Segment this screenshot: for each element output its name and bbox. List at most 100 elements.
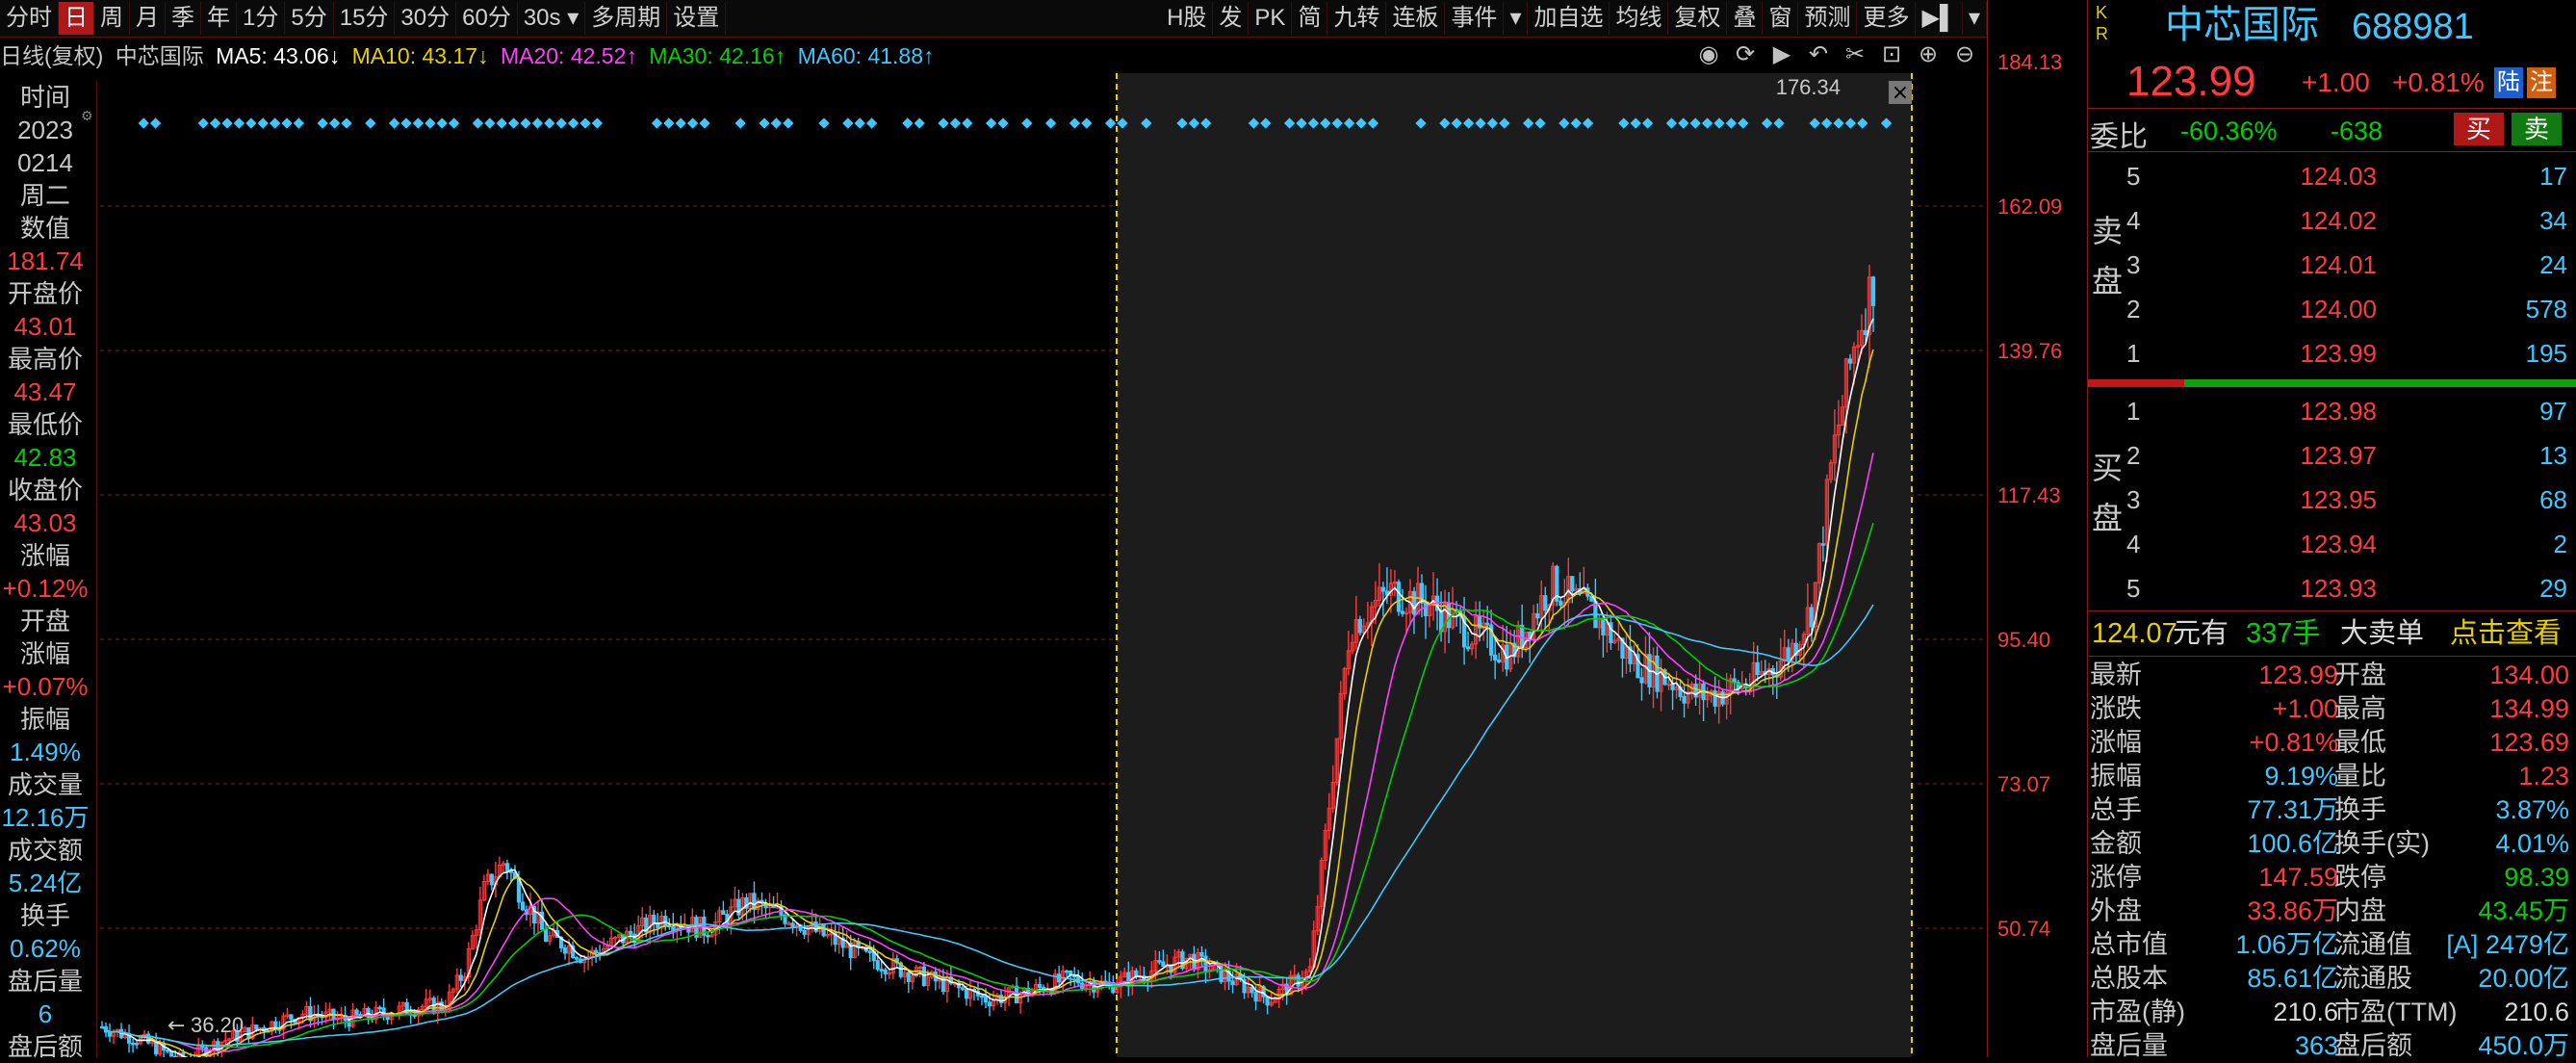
event-marker[interactable] — [149, 117, 162, 129]
tool-button-4[interactable]: 九转 — [1327, 2, 1387, 35]
event-marker[interactable] — [257, 117, 269, 129]
sell-button[interactable]: 卖 — [2512, 113, 2562, 145]
tool-button-1[interactable]: 发 — [1213, 2, 1249, 35]
undo-icon[interactable]: ↶ — [1804, 40, 1833, 69]
event-marker[interactable] — [555, 117, 567, 129]
period-tab-4[interactable]: 季 — [166, 2, 201, 35]
event-marker[interactable] — [365, 117, 376, 129]
event-marker[interactable] — [770, 117, 783, 129]
bid-row[interactable]: 2 123.97 13 — [2088, 433, 2576, 478]
event-marker[interactable] — [484, 117, 496, 129]
event-marker[interactable] — [663, 117, 675, 129]
event-marker[interactable] — [759, 117, 770, 129]
event-marker[interactable] — [818, 117, 830, 129]
range-close-icon[interactable]: × — [1889, 81, 1912, 105]
event-marker[interactable] — [448, 117, 460, 129]
period-tab-7[interactable]: 5分 — [285, 2, 334, 35]
event-marker[interactable] — [531, 117, 544, 129]
event-marker[interactable] — [328, 117, 341, 129]
event-marker[interactable] — [938, 117, 949, 129]
period-tab-10[interactable]: 60分 — [456, 2, 518, 35]
tool-button-14[interactable]: 更多 — [1857, 2, 1917, 35]
event-marker[interactable] — [197, 117, 209, 129]
period-tab-3[interactable]: 月 — [130, 2, 166, 35]
settings-gear-icon[interactable]: ⚙ — [81, 108, 96, 123]
tool-button-3[interactable]: 简 — [1292, 2, 1328, 35]
event-marker[interactable] — [567, 117, 580, 129]
period-tab-0[interactable]: 分时 — [0, 2, 59, 35]
tool-button-9[interactable]: 均线 — [1610, 2, 1669, 35]
big-order-link[interactable]: 点击查看 — [2450, 611, 2562, 656]
event-marker[interactable] — [1069, 117, 1081, 129]
tool-button-8[interactable]: 加自选 — [1528, 2, 1610, 35]
bid-row[interactable]: 1 123.98 97 — [2088, 389, 2576, 433]
tool-button-13[interactable]: 预测 — [1798, 2, 1858, 35]
buy-button[interactable]: 买 — [2454, 113, 2504, 145]
eye-icon[interactable]: ◉ — [1694, 40, 1723, 69]
event-marker[interactable] — [949, 117, 962, 129]
tool-button-16[interactable]: ▾ — [1963, 2, 1987, 35]
period-tab-12[interactable]: 多周期 — [585, 2, 668, 35]
period-tab-1[interactable]: 日 — [59, 2, 94, 35]
replay-icon[interactable]: ⟳ — [1731, 40, 1760, 69]
tool-button-5[interactable]: 连板 — [1386, 2, 1446, 35]
zoom-out-icon[interactable]: ⊖ — [1950, 40, 1979, 69]
bid-row[interactable]: 4 123.94 2 — [2088, 522, 2576, 566]
event-marker[interactable] — [496, 117, 507, 129]
period-tab-2[interactable]: 周 — [94, 2, 130, 35]
ask-row[interactable]: 2 124.00 578 — [2088, 287, 2576, 331]
tool-button-6[interactable]: 事件 — [1445, 2, 1505, 35]
event-marker[interactable] — [1044, 117, 1057, 129]
event-marker[interactable] — [520, 117, 531, 129]
zoom-in-icon[interactable]: ⊕ — [1914, 40, 1943, 69]
event-marker[interactable] — [400, 117, 412, 129]
bid-row[interactable]: 5 123.93 29 — [2088, 566, 2576, 610]
selection-range[interactable] — [1117, 73, 1912, 1057]
event-marker[interactable] — [233, 117, 245, 129]
period-tab-11[interactable]: 30s ▾ — [518, 2, 586, 35]
event-marker[interactable] — [1021, 117, 1033, 129]
event-marker[interactable] — [245, 117, 257, 129]
event-marker[interactable] — [341, 117, 352, 129]
tool-button-2[interactable]: PK — [1249, 2, 1293, 35]
event-marker[interactable] — [865, 117, 878, 129]
period-tab-13[interactable]: 设置 — [667, 2, 727, 35]
event-marker[interactable] — [783, 117, 794, 129]
event-marker[interactable] — [412, 117, 425, 129]
event-marker[interactable] — [425, 117, 436, 129]
event-marker[interactable] — [507, 117, 520, 129]
event-marker[interactable] — [985, 117, 997, 129]
event-marker[interactable] — [686, 117, 699, 129]
event-marker[interactable] — [388, 117, 400, 129]
event-marker[interactable] — [902, 117, 914, 129]
event-marker[interactable] — [138, 117, 149, 129]
event-marker[interactable] — [699, 117, 710, 129]
event-marker[interactable] — [281, 117, 293, 129]
event-marker[interactable] — [651, 117, 663, 129]
period-tab-8[interactable]: 15分 — [334, 2, 396, 35]
bid-row[interactable]: 3 123.95 68 — [2088, 478, 2576, 522]
event-marker[interactable] — [854, 117, 865, 129]
tool-button-7[interactable]: ▾ — [1504, 2, 1529, 35]
event-marker[interactable] — [317, 117, 328, 129]
kline-chart[interactable]: 176.34 36.20← × — [100, 73, 1987, 1057]
event-marker[interactable] — [269, 117, 281, 129]
ask-row[interactable]: 5 124.03 17 — [2088, 154, 2576, 198]
event-marker[interactable] — [436, 117, 448, 129]
event-marker[interactable] — [962, 117, 973, 129]
tool-button-10[interactable]: 复权 — [1668, 2, 1728, 35]
event-marker[interactable] — [675, 117, 686, 129]
event-marker[interactable] — [1081, 117, 1093, 129]
event-marker[interactable] — [997, 117, 1009, 129]
tool-button-11[interactable]: 叠 — [1727, 2, 1764, 35]
tool-button-15[interactable]: ▶▌ — [1916, 2, 1963, 35]
period-tab-5[interactable]: 年 — [201, 2, 237, 35]
period-tab-6[interactable]: 1分 — [237, 2, 286, 35]
tool-button-0[interactable]: H股 — [1161, 2, 1214, 35]
event-marker[interactable] — [209, 117, 221, 129]
event-marker[interactable] — [842, 117, 854, 129]
event-marker[interactable] — [914, 117, 925, 129]
event-marker[interactable] — [472, 117, 484, 129]
lock-icon[interactable]: ⊡ — [1877, 40, 1906, 69]
event-marker[interactable] — [544, 117, 555, 129]
